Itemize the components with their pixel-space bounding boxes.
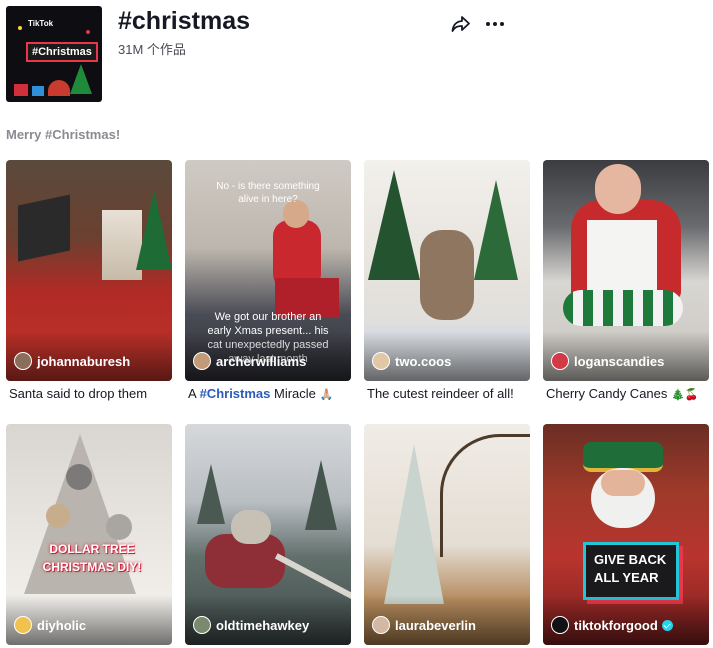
- cover-tree: [70, 64, 92, 94]
- caption-text: Miracle: [270, 386, 316, 401]
- caption-text: A: [188, 386, 200, 401]
- author-name: johannaburesh: [37, 353, 131, 369]
- author-name: archerwilliams: [216, 353, 307, 369]
- person-head: [595, 164, 641, 214]
- video-card[interactable]: johannaburesh: [6, 160, 172, 381]
- video-card[interactable]: two.coos: [364, 160, 530, 381]
- santa-face: [601, 470, 645, 496]
- video-author[interactable]: oldtimehawkey: [193, 616, 309, 634]
- caption-emoji: 🎄🍒: [671, 388, 699, 401]
- pine-tree: [305, 460, 337, 530]
- cover-santa-hat: [48, 80, 70, 96]
- video-author[interactable]: loganscandies: [551, 352, 664, 370]
- avatar: [372, 616, 390, 634]
- video-caption[interactable]: Santa said to drop them: [9, 386, 147, 401]
- video-caption[interactable]: A #Christmas Miracle 🙏🏼: [188, 386, 333, 401]
- video-card[interactable]: GIVE BACK ALL YEAR tiktokforgood: [543, 424, 709, 645]
- candy-cane-strip: [563, 290, 683, 326]
- cover-tag-text: #Christmas: [26, 42, 98, 62]
- video-card[interactable]: loganscandies: [543, 160, 709, 381]
- more-icon: [486, 22, 504, 26]
- cover-brand-text: TikTok: [28, 19, 54, 28]
- video-author[interactable]: archerwilliams: [193, 352, 306, 370]
- banner-text: GIVE BACK ALL YEAR: [594, 552, 667, 585]
- ornament-ball: [66, 464, 92, 490]
- video-author[interactable]: diyholic: [14, 616, 86, 634]
- tree-decoration: [136, 190, 172, 270]
- avatar: [193, 352, 211, 370]
- video-author[interactable]: tiktokforgood: [551, 616, 673, 634]
- avatar: [193, 616, 211, 634]
- video-card[interactable]: oldtimehawkey: [185, 424, 351, 645]
- hashtag-description: Merry #Christmas!: [6, 127, 121, 142]
- author-name: laurabeverlin: [395, 617, 476, 633]
- share-icon: [451, 16, 470, 32]
- video-overlay-text: DOLLAR TREE CHRISTMAS DIY!: [42, 542, 142, 574]
- video-author[interactable]: laurabeverlin: [372, 616, 476, 634]
- cover-decoration: [86, 30, 90, 34]
- video-caption[interactable]: The cutest reindeer of all!: [367, 386, 514, 401]
- cover-gift: [32, 86, 44, 96]
- avatar: [14, 616, 32, 634]
- video-caption[interactable]: Cherry Candy Canes 🎄🍒: [546, 386, 698, 401]
- caption-emoji: 🙏🏼: [319, 388, 334, 401]
- dog: [231, 510, 271, 544]
- hashtag-cover-image: TikTok #Christmas: [6, 6, 102, 102]
- caption-text: Cherry Candy Canes: [546, 386, 668, 401]
- verified-badge-icon: [661, 619, 673, 631]
- author-name: tiktokforgood: [574, 617, 658, 633]
- ornament-ball: [106, 514, 132, 540]
- tree-decoration: [368, 170, 420, 280]
- video-card[interactable]: No - is there something alive in here? W…: [185, 160, 351, 381]
- cover-decoration: [18, 26, 22, 30]
- video-card[interactable]: laurabeverlin: [364, 424, 530, 645]
- hashtag-header: TikTok #Christmas #christmas 31M 个作品: [0, 0, 713, 110]
- give-back-banner: GIVE BACK ALL YEAR: [583, 542, 679, 600]
- author-name: diyholic: [37, 617, 87, 633]
- author-name: oldtimehawkey: [216, 617, 310, 633]
- avatar: [551, 616, 569, 634]
- video-count: 31M 个作品: [118, 42, 186, 57]
- video-author[interactable]: johannaburesh: [14, 352, 130, 370]
- flocked-tree: [384, 444, 444, 604]
- pine-tree: [197, 464, 225, 524]
- avatar: [14, 352, 32, 370]
- ornament-ball: [46, 504, 70, 528]
- author-name: two.coos: [395, 353, 452, 369]
- video-author[interactable]: two.coos: [372, 352, 451, 370]
- video-card[interactable]: DOLLAR TREE CHRISTMAS DIY! diyholic: [6, 424, 172, 645]
- video-overlay-text: No - is there something alive in here?: [216, 181, 320, 205]
- calf-reindeer: [420, 230, 474, 320]
- author-name: loganscandies: [574, 353, 665, 369]
- more-button[interactable]: [483, 12, 507, 36]
- avatar: [551, 352, 569, 370]
- avatar: [372, 352, 390, 370]
- page-title: #christmas: [118, 7, 251, 35]
- caption-hashtag-link[interactable]: #Christmas: [200, 386, 271, 401]
- cover-gift: [14, 84, 28, 96]
- tree-decoration: [474, 180, 518, 280]
- photo-softbox: [18, 194, 70, 262]
- share-button[interactable]: [449, 12, 473, 36]
